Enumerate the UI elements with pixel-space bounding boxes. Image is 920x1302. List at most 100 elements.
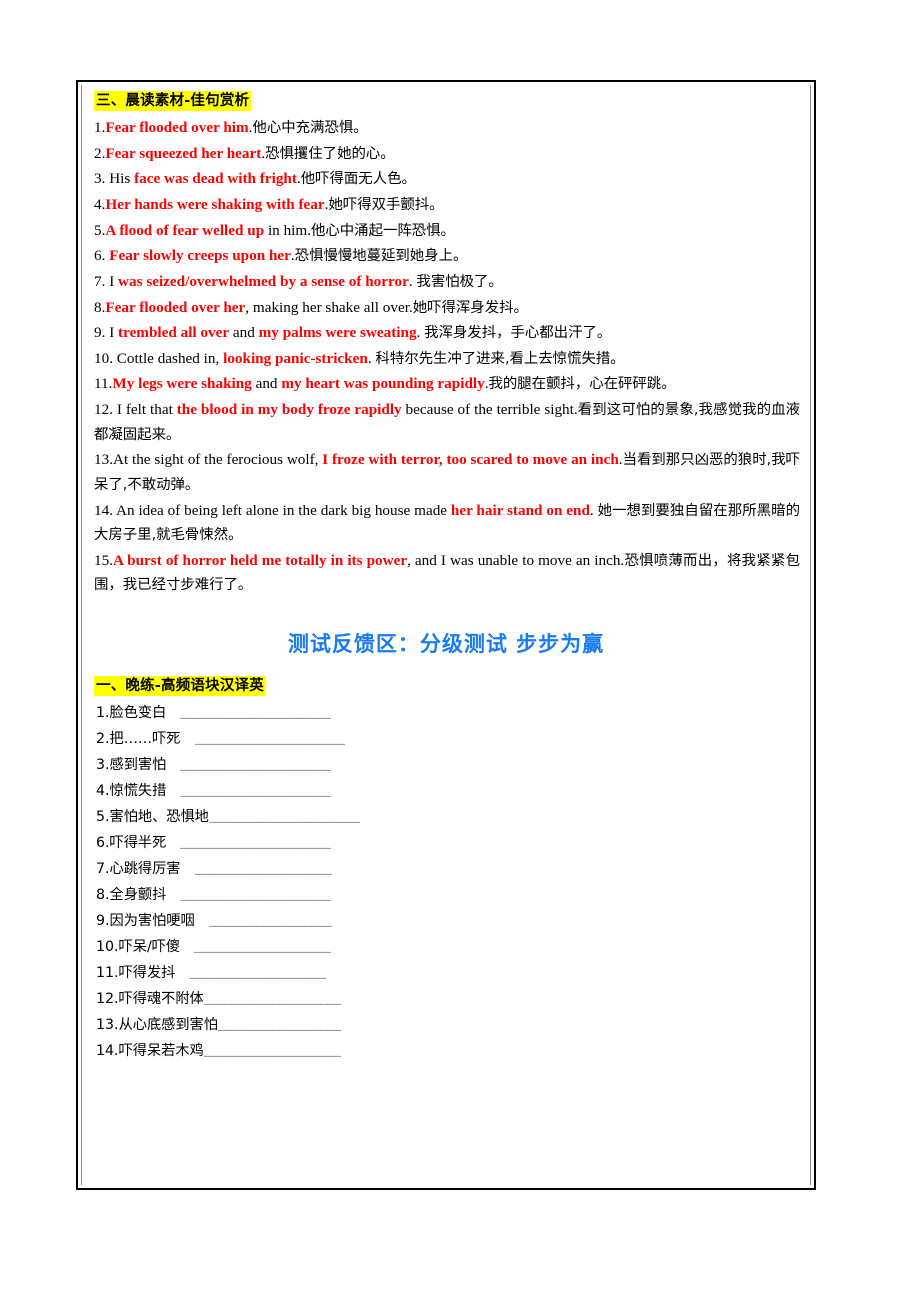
sentence-highlight: was seized/overwhelmed by a sense of hor… (118, 272, 409, 290)
sentence-highlight: the blood in my body froze rapidly (176, 401, 402, 418)
sentence-translation: 恐惧慢慢地蔓延到她身上。 (294, 248, 468, 265)
exercise-row: 5. 害怕地、恐惧地 ______________________ (96, 810, 806, 836)
exercise-prompt: 吓得半死 (109, 835, 167, 852)
sentence-text: An idea of being left alone in the dark … (116, 501, 451, 519)
sentence-item: 1.Fear flooded over him.他心中充满恐惧。 (94, 116, 800, 141)
sentence-text: I (109, 324, 119, 342)
sentence-translation: 他心中充满恐惧。 (252, 120, 368, 137)
sentence-item: 13.At the sight of the ferocious wolf, I… (94, 448, 800, 497)
sentence-translation: 他吓得面无人色。 (300, 171, 416, 188)
exercise-row: 11. 吓得发抖 ____________________ (96, 966, 806, 992)
exercise-answer-blank[interactable]: ____________________ (194, 940, 331, 955)
sentence-item: 15.A burst of horror held me totally in … (94, 549, 800, 598)
exercise-label: 13. (96, 1017, 119, 1034)
sentence-text: . (589, 501, 598, 519)
sentence-item: 11.My legs were shaking and my heart was… (94, 372, 800, 397)
exercise-answer-blank[interactable]: ______________________ (180, 758, 331, 773)
exercise-prompt: 因为害怕哽咽 (109, 913, 195, 930)
exercise-prompt: 从心底感到害怕 (118, 1017, 218, 1034)
sentence-text: and (229, 324, 259, 342)
sentence-text: because of the terrible sight. (401, 401, 578, 418)
sentence-number: 14. (94, 501, 117, 519)
sentence-item: 6. Fear slowly creeps upon her.恐惧慢慢地蔓延到她… (94, 244, 800, 269)
page-content: 三、晨读素材-佳句赏析 1.Fear flooded over him.他心中充… (86, 88, 806, 1182)
sentence-highlight: Fear squeezed her heart (105, 144, 262, 162)
sentence-highlight: Fear flooded over her (105, 298, 246, 316)
exercise-label: 5. (96, 809, 110, 826)
sentence-number: 8. (94, 298, 106, 316)
sentence-text: His (109, 170, 135, 188)
sentence-item: 7. I was seized/overwhelmed by a sense o… (94, 270, 800, 295)
exercise-prompt: 脸色变白 (109, 705, 167, 722)
exercise-answer-blank[interactable]: ______________________ (180, 836, 331, 851)
sentence-highlight: Her hands were shaking with fear (105, 196, 325, 213)
exercise-row: 14. 吓得呆若木鸡 ____________________ (96, 1044, 806, 1070)
test-feedback-title: 测试反馈区：分级测试 步步为赢 (287, 632, 605, 656)
exercise-prompt: 感到害怕 (109, 757, 167, 774)
sentence-item: 4.Her hands were shaking with fear.她吓得双手… (94, 193, 800, 218)
exercise-row: 3. 感到害怕 ______________________ (96, 758, 806, 784)
exercise-row: 2. 把……吓死 ______________________ (96, 732, 806, 758)
exercise-label: 9. (96, 913, 110, 930)
exercise-row: 9. 因为害怕哽咽 __________________ (96, 914, 806, 940)
sentence-highlight: A burst of horror held me totally in its… (112, 551, 408, 569)
sentence-item: 12. I felt that the blood in my body fro… (94, 398, 800, 447)
sentence-item: 8.Fear flooded over her, making her shak… (94, 296, 800, 321)
sentence-translation: 她吓得双手颤抖。 (328, 197, 444, 213)
sentence-text: in him. (264, 221, 311, 239)
sentence-translation: 她吓得浑身发抖。 (412, 299, 528, 316)
sentence-highlight: A flood of fear welled up (105, 221, 265, 239)
exercise-answer-blank[interactable]: ____________________ (189, 966, 326, 981)
exercise-answer-blank[interactable]: __________________ (209, 914, 332, 929)
exercise-prompt: 吓得呆若木鸡 (118, 1043, 204, 1060)
exercise-answer-blank[interactable]: ______________________ (180, 706, 331, 721)
exercise-prompt: 把……吓死 (109, 731, 181, 748)
sentence-translation: 我的腿在颤抖，心在砰砰跳。 (488, 376, 676, 393)
sentence-translation: 科特尔先生冲了进来,看上去惊慌失措。 (375, 350, 625, 367)
exercise-label: 10. (96, 939, 119, 956)
sentence-item: 5.A flood of fear welled up in him.他心中涌起… (94, 219, 800, 244)
sentence-translation: 我害怕极了。 (416, 273, 503, 290)
sentence-number: 2. (94, 144, 106, 162)
sentence-item: 2.Fear squeezed her heart.恐惧攫住了她的心。 (94, 142, 800, 167)
exercise-label: 1. (96, 705, 110, 722)
sentence-number: 10. (94, 349, 117, 367)
sentence-highlight: I froze with terror, too scared to move … (322, 451, 619, 469)
sentence-highlight: Fear slowly creeps upon her (109, 247, 291, 265)
exercise-answer-blank[interactable]: ____________________ (204, 1044, 341, 1059)
sentence-highlight: face was dead with fright (134, 170, 297, 188)
exercise-row: 1. 脸色变白 ______________________ (96, 706, 806, 732)
exercise-row: 12. 吓得魂不附体 ____________________ (96, 992, 806, 1018)
exercise-label: 12. (96, 991, 119, 1008)
sentence-number: 5. (94, 221, 106, 239)
sentence-text: At the sight of the ferocious wolf, (112, 451, 323, 469)
sentence-highlight: my heart was pounding rapidly (281, 375, 485, 393)
morning-reading-heading-row: 三、晨读素材-佳句赏析 (94, 91, 806, 112)
sentence-number: 4. (94, 196, 106, 213)
exercise-label: 6. (96, 835, 110, 852)
exercise-row: 13. 从心底感到害怕 __________________ (96, 1018, 806, 1044)
morning-reading-heading: 三、晨读素材-佳句赏析 (94, 91, 252, 112)
exercise-answer-blank[interactable]: ______________________ (180, 888, 331, 903)
sentence-translation: 他心中涌起一阵恐惧。 (311, 222, 455, 239)
exercise-answer-blank[interactable]: ____________________ (204, 992, 341, 1007)
sentence-highlight: my palms were sweating (258, 324, 417, 342)
sentence-number: 3. (94, 170, 110, 188)
exercise-heading: 一、晚练-高频语块汉译英 (94, 676, 266, 697)
exercise-prompt: 吓得发抖 (118, 965, 176, 982)
exercise-answer-blank[interactable]: ______________________ (195, 732, 346, 747)
exercise-prompt: 吓得魂不附体 (118, 991, 204, 1008)
sentence-item: 14. An idea of being left alone in the d… (94, 499, 800, 548)
sentence-highlight: Fear flooded over him (105, 119, 249, 137)
exercise-label: 7. (96, 861, 110, 878)
sentence-number: 9. (94, 324, 110, 342)
sentence-text: and (251, 375, 282, 393)
exercise-answer-blank[interactable]: ______________________ (180, 784, 331, 799)
exercise-prompt: 心跳得厉害 (109, 861, 181, 878)
exercise-row: 6. 吓得半死 ______________________ (96, 836, 806, 862)
exercise-answer-blank[interactable]: ______________________ (209, 810, 360, 825)
exercise-answer-blank[interactable]: __________________ (218, 1018, 341, 1033)
exercise-label: 4. (96, 783, 110, 800)
exercise-answer-blank[interactable]: ____________________ (195, 862, 332, 877)
exercise-row: 4. 惊慌失措 ______________________ (96, 784, 806, 810)
